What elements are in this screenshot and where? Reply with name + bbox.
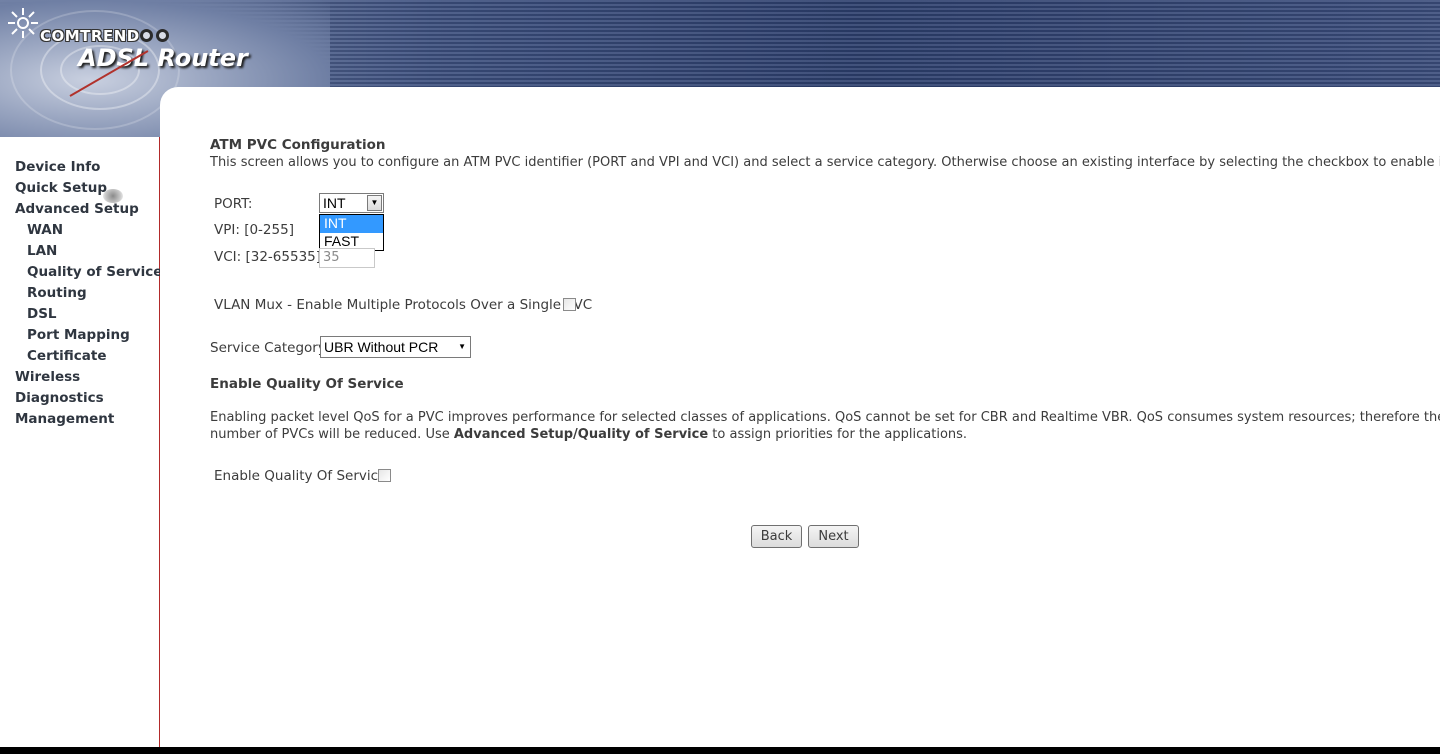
sidebar-item-certificate[interactable]: Certificate [15,346,162,367]
port-option-int[interactable]: INT [320,215,383,233]
sidebar-item-port-mapping[interactable]: Port Mapping [15,325,162,346]
sidebar-item-quick-setup[interactable]: Quick Setup [15,178,162,199]
port-select-value: INT [323,195,346,211]
port-select[interactable]: INT ▼ [319,193,384,213]
sidebar-item-wireless[interactable]: Wireless [15,367,162,388]
product-title: ADSL Router [78,44,248,72]
vlan-mux-checkbox[interactable] [563,298,576,311]
chevron-down-icon[interactable]: ▼ [367,195,382,211]
sidebar-item-routing[interactable]: Routing [15,283,162,304]
atm-description: This screen allows you to configure an A… [210,155,1440,170]
brand-name: COMTREND [40,27,140,45]
bottom-border [0,747,1440,754]
sidebar-item-quality-of-service[interactable]: Quality of Service [15,262,162,283]
qos-description-text-end: to assign priorities for the application… [708,427,968,442]
port-dropdown-list: INT FAST [319,214,384,251]
vci-label: VCI: [32-65535] [214,249,322,265]
sidebar-item-advanced-setup[interactable]: Advanced Setup [15,199,162,220]
sidebar-item-lan[interactable]: LAN [15,241,162,262]
vlan-mux-label: VLAN Mux - Enable Multiple Protocols Ove… [214,297,593,313]
qos-description-line1: Enabling packet level QoS for a PVC impr… [210,410,1440,425]
qos-description-line2: number of PVCs will be reduced. Use Adva… [210,427,967,442]
vci-input-value: 35 [323,250,340,265]
enable-qos-label: Enable Quality Of Service [214,468,387,484]
vpi-label: VPI: [0-255] [214,222,294,238]
back-button[interactable]: Back [751,525,802,548]
sidebar-item-wan[interactable]: WAN [15,220,162,241]
port-label: PORT: [214,196,253,212]
next-button[interactable]: Next [808,525,859,548]
qos-section-title: Enable Quality Of Service [210,376,404,392]
chevron-down-icon[interactable]: ▼ [458,337,466,357]
comtrend-logo-icon [8,8,38,38]
vci-input[interactable]: 35 [319,248,375,268]
service-category-value: UBR Without PCR [324,339,439,355]
service-category-select[interactable]: UBR Without PCR ▼ [320,336,471,358]
sidebar-menu: Device Info Quick Setup Advanced Setup W… [15,157,162,430]
sidebar-item-dsl[interactable]: DSL [15,304,162,325]
enable-qos-checkbox[interactable] [378,469,391,482]
service-category-label: Service Category: [210,340,330,356]
mouse-cursor-icon [103,189,123,203]
sidebar: Device Info Quick Setup Advanced Setup W… [0,137,162,747]
sidebar-item-management[interactable]: Management [15,409,162,430]
sidebar-item-device-info[interactable]: Device Info [15,157,162,178]
atm-section-title: ATM PVC Configuration [210,137,386,153]
qos-advanced-setup-reference: Advanced Setup/Quality of Service [453,427,709,442]
sidebar-item-diagnostics[interactable]: Diagnostics [15,388,162,409]
qos-description-text: number of PVCs will be reduced. Use [210,427,454,442]
